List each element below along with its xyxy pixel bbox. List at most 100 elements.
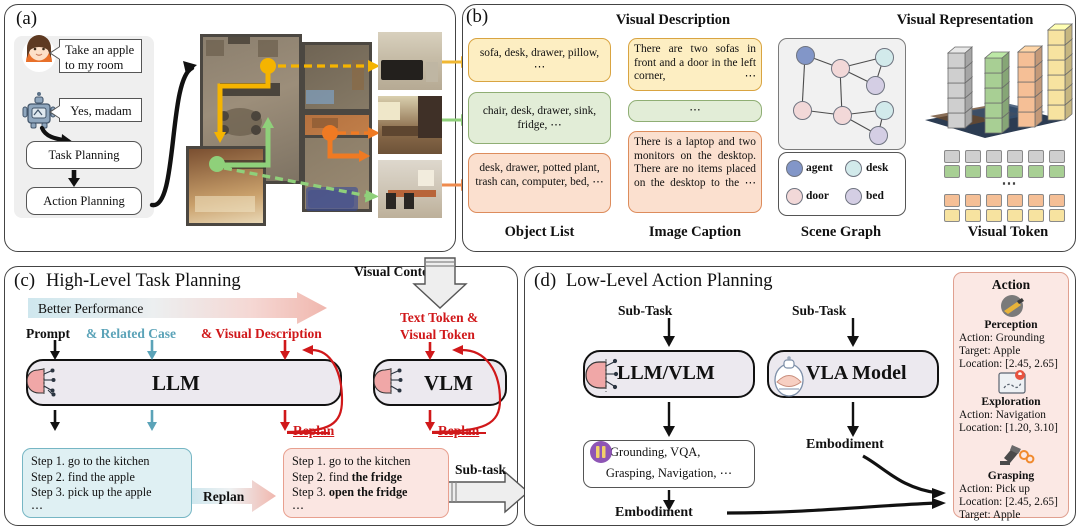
legend-label-door: door — [806, 190, 829, 202]
scene-graph-node-bed-2 — [869, 126, 888, 145]
visual-token-cell — [944, 194, 960, 207]
action-item-1-name: Perception — [984, 318, 1038, 331]
legend-label-desk: desk — [866, 162, 889, 174]
vla-model-label: VLA Model — [806, 362, 907, 384]
visual-token-cell — [1049, 194, 1065, 207]
panel-a-tag: (a) — [16, 8, 38, 29]
capability-line-1: Grounding, VQA, — [610, 445, 701, 459]
action-item-3-line-1: Action: Pick up — [959, 483, 1030, 495]
action-planning-box[interactable]: Action Planning — [26, 187, 142, 215]
visual-token-cell — [944, 150, 960, 163]
better-performance-label: Better Performance — [38, 301, 144, 316]
panel-c-tag: (c) — [14, 270, 36, 291]
action-item-1-line-2: Target: Apple — [959, 345, 1021, 357]
replan-line-3: Step 3. open the fridge — [292, 485, 408, 500]
task-planning-box[interactable]: Task Planning — [26, 141, 142, 169]
image-caption-item-1: There are two sofas in front and a door … — [628, 38, 762, 91]
panel-c-title: High-Level Task Planning — [46, 271, 241, 291]
vlm-label: VLM — [424, 371, 473, 395]
llm-vlm-label: LLM/VLM — [617, 362, 715, 384]
input-visual-description-label: & Visual Description — [201, 326, 322, 341]
input-prompt-label: Prompt — [26, 326, 70, 341]
llm-label: LLM — [152, 371, 200, 395]
visual-token-cell — [1049, 150, 1065, 163]
vlm-input-line-2: Visual Token — [400, 327, 475, 342]
action-item-2-line-1: Action: Navigation — [959, 409, 1046, 421]
action-item-2-name: Exploration — [981, 395, 1041, 408]
floorplan-bedroom-bottom — [302, 135, 372, 212]
legend-label-bed: bed — [866, 190, 884, 202]
visual-token-label: Visual Token — [967, 224, 1049, 240]
scene-graph-node-door-3 — [833, 106, 852, 125]
subtask-left-label: Sub-Task — [618, 303, 673, 318]
scene-graph-node-desk-1 — [875, 48, 894, 67]
replan-line-2: Step 2. find the fridge — [292, 469, 403, 484]
vlm-input-line-1: Text Token & — [400, 310, 479, 325]
visual-token-cell — [944, 209, 960, 222]
visual-token-cell — [1007, 209, 1023, 222]
exploration-map-icon — [998, 370, 1026, 394]
replan-arrow-label: Replan — [203, 489, 245, 504]
legend-swatch-bed — [845, 188, 862, 205]
visual-token-cell — [1007, 194, 1023, 207]
action-item-3-name: Grasping — [987, 469, 1035, 482]
capability-box: Grounding, VQA, Grasping, Navigation, ⋯ — [583, 440, 755, 488]
object-list-item-3: desk, drawer, potted plant, trash can, c… — [468, 153, 611, 213]
panel-b-tag: (b) — [466, 6, 489, 27]
replan-line-1: Step 1. go to the kitchen — [292, 454, 411, 468]
legend-label-agent: agent — [806, 162, 833, 174]
legend-swatch-door — [786, 188, 803, 205]
visual-token-cell — [965, 209, 981, 222]
scene-graph-node-desk-2 — [875, 101, 894, 120]
vlm-replan-label: Replan — [438, 423, 480, 438]
plan-line-4: ⋯ — [31, 500, 44, 515]
panel-d-tag: (d) — [534, 270, 557, 291]
action-card: Action Perception Action: Grounding Targ… — [953, 272, 1069, 521]
subtask-label: Sub-task — [455, 462, 507, 477]
legend-swatch-desk — [845, 160, 862, 177]
visual-token-cell — [965, 194, 981, 207]
llm-replan-label: Replan — [293, 423, 335, 438]
object-list-item-2: chair, desk, drawer, sink, fridge, ⋯ — [468, 92, 611, 144]
scene-graph-node-door-1 — [831, 59, 850, 78]
visual-token-cell — [1028, 194, 1044, 207]
view-living-room — [378, 32, 442, 90]
visual-token-cell — [1049, 209, 1065, 222]
action-item-3-line-3: Target: Apple — [959, 509, 1021, 521]
view-kitchen — [378, 96, 442, 154]
plan-box-replanned: Step 1. go to the kitchen Step 2. find t… — [283, 448, 449, 518]
visual-token-cell — [965, 150, 981, 163]
visual-token-cell — [986, 209, 1002, 222]
subtask-right-label: Sub-Task — [792, 303, 847, 318]
view-office — [378, 160, 442, 218]
visual-token-cell — [986, 194, 1002, 207]
object-list-item-1: sofa, desk, drawer, pillow, ⋯ — [468, 38, 611, 82]
plan-line-2: Step 2. find the apple — [31, 469, 135, 484]
action-item-1-line-3: Location: [2.45, 2.65] — [959, 358, 1058, 370]
visual-token-cell — [986, 150, 1002, 163]
scene-graph-node-bed-1 — [866, 76, 885, 95]
floorplan-kitchen — [186, 146, 266, 226]
object-list-label: Object List — [504, 224, 575, 240]
grasping-arm-icon — [1000, 445, 1035, 465]
visual-token-cell — [1028, 150, 1044, 163]
embodiment-right-label: Embodiment — [806, 437, 884, 452]
image-caption-label: Image Caption — [648, 224, 742, 240]
image-caption-item-2: ⋯ — [628, 100, 762, 122]
action-item-2-line-2: Location: [1.20, 3.10] — [959, 422, 1058, 434]
perception-eye-icon — [1001, 295, 1024, 317]
plan-box-initial: Step 1. go to the kitchen Step 2. find t… — [22, 448, 192, 518]
image-caption-item-3: There is a laptop and two monitors on th… — [628, 131, 762, 213]
scene-graph-label: Scene Graph — [800, 224, 882, 240]
visual-description-header: Visual Description — [615, 12, 731, 28]
visual-token-cell — [1007, 150, 1023, 163]
panel-d-title: Low-Level Action Planning — [566, 271, 773, 291]
input-related-case-label: & Related Case — [86, 326, 176, 341]
replan-line-4: ⋯ — [292, 500, 305, 515]
visual-token-ellipsis: ⋯ — [1001, 176, 1017, 192]
floorplan-bedroom-top — [302, 42, 372, 112]
legend-swatch-agent — [786, 160, 803, 177]
embodiment-left-label: Embodiment — [615, 505, 693, 520]
user-speech-bubble: Take an apple to my room — [49, 39, 142, 73]
plan-line-1: Step 1. go to the kitchen — [31, 454, 150, 468]
